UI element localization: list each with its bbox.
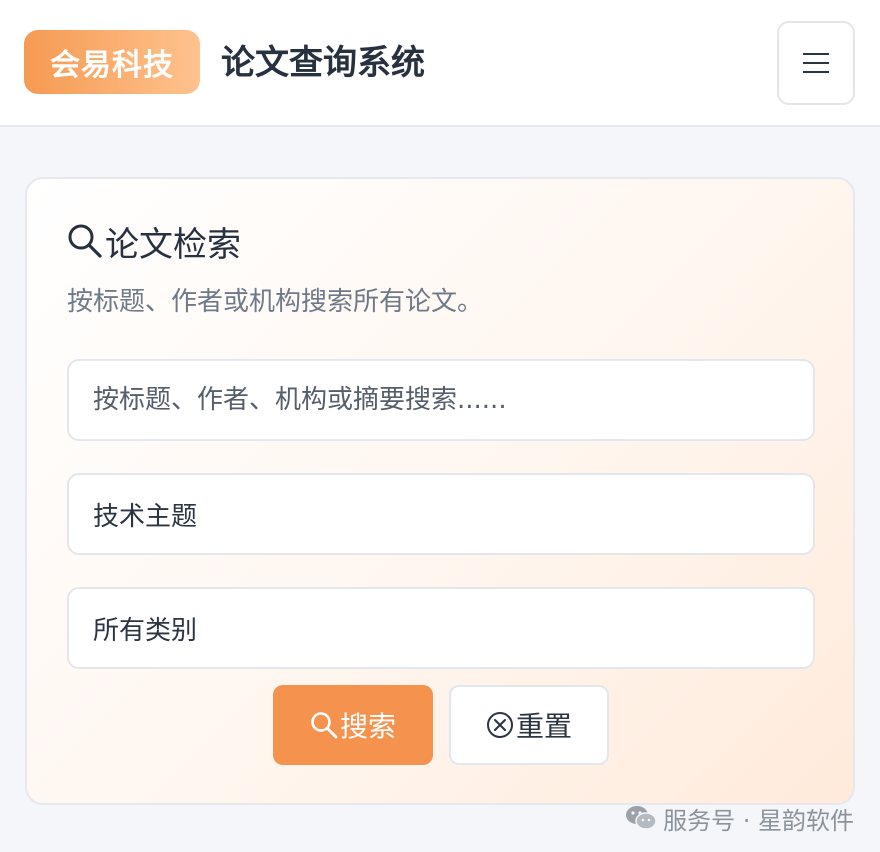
watermark-text: 服务号 · 星韵软件 [663, 806, 854, 835]
topic-select-value: 技术主题 [93, 501, 198, 532]
watermark: 服务号 · 星韵软件 [625, 800, 854, 836]
hamburger-menu-icon [803, 53, 829, 73]
topic-select[interactable]: 技术主题 [67, 473, 815, 555]
search-icon [311, 712, 338, 739]
search-button-label: 搜索 [339, 710, 396, 743]
app-title: 论文查询系统 [221, 43, 425, 83]
search-card-title-text: 论文检索 [105, 224, 241, 265]
search-card-subtitle: 按标题、作者或机构搜索所有论文。 [67, 287, 484, 317]
search-icon [68, 224, 102, 258]
app-header: 会易科技 论文查询系统 [0, 0, 880, 127]
reset-button-label: 重置 [515, 710, 572, 743]
search-card: 论文检索 按标题、作者或机构搜索所有论文。 技术主题 所有类别 搜索 重置 [25, 177, 855, 805]
menu-button[interactable] [777, 21, 855, 105]
category-select-value: 所有类别 [93, 615, 198, 646]
search-button[interactable]: 搜索 [273, 685, 433, 765]
close-circle-icon [486, 712, 513, 738]
wechat-icon [626, 806, 657, 830]
search-card-title: 论文检索 [67, 219, 241, 265]
keyword-search-input[interactable] [67, 359, 815, 441]
brand-logo[interactable]: 会易科技 [24, 30, 200, 94]
category-select[interactable]: 所有类别 [67, 587, 815, 669]
reset-button[interactable]: 重置 [449, 685, 609, 765]
